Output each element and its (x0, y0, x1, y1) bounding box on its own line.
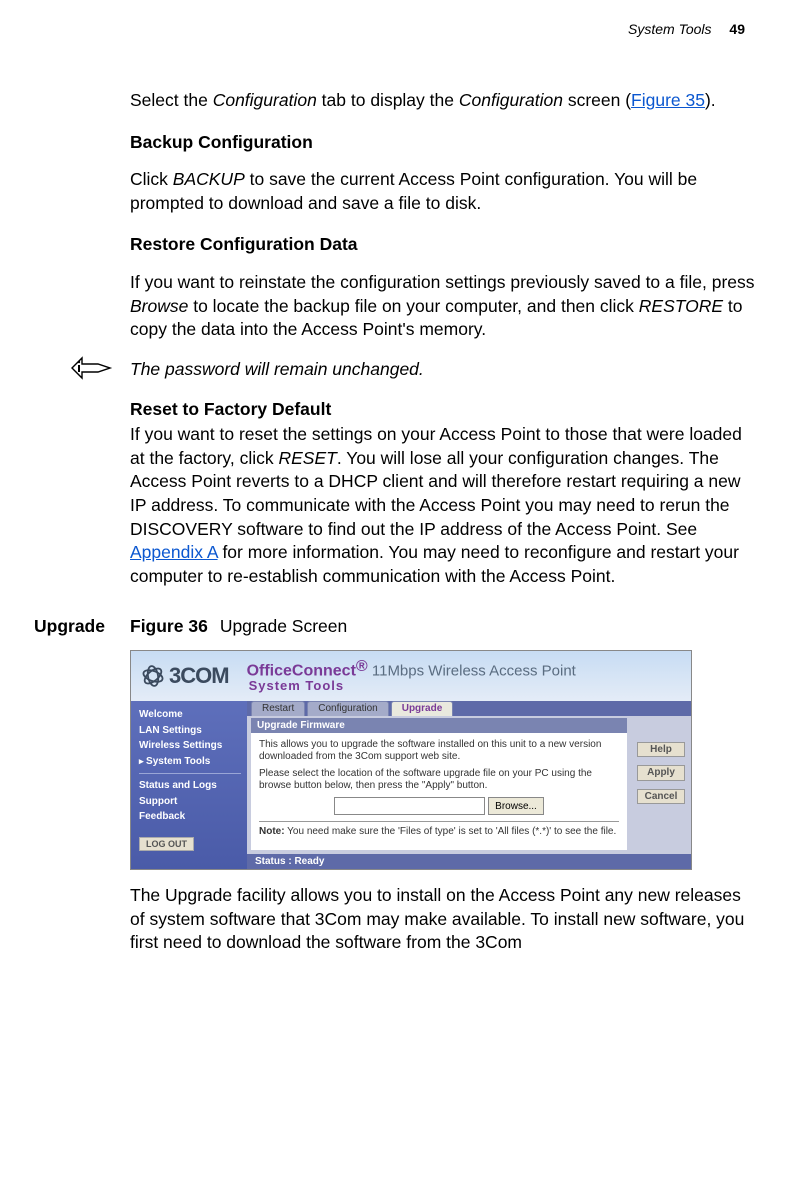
logout-button[interactable]: LOG OUT (139, 837, 194, 851)
side-heading-upgrade: Upgrade (34, 615, 105, 639)
upgrade-panel: This allows you to upgrade the software … (251, 733, 627, 850)
browse-button[interactable]: Browse... (488, 797, 544, 815)
3com-logo: 3COM (141, 663, 229, 688)
info-note-text: The password will remain unchanged. (130, 359, 424, 379)
panel-text-2: Please select the location of the softwa… (259, 768, 619, 791)
intro-paragraph: Select the Configuration tab to display … (130, 89, 755, 113)
panel-title: Upgrade Firmware (251, 718, 627, 734)
product-title: OfficeConnect® 11Mbps Wireless Access Po… (247, 658, 576, 694)
tab-bar: Restart Configuration Upgrade (247, 701, 691, 716)
heading-backup-configuration: Backup Configuration (130, 131, 755, 155)
tab-restart[interactable]: Restart (251, 701, 305, 716)
restore-paragraph: If you want to reinstate the configurati… (130, 271, 755, 342)
figure-35-link[interactable]: Figure 35 (631, 90, 705, 110)
sidebar-item-welcome[interactable]: Welcome (139, 707, 247, 723)
action-buttons: Help Apply Cancel (631, 716, 691, 854)
upgrade-file-input[interactable] (334, 797, 485, 815)
page-number: 49 (729, 21, 745, 37)
section-name: System Tools (628, 21, 712, 37)
heading-reset-factory: Reset to Factory Default (130, 398, 755, 422)
panel-text-1: This allows you to upgrade the software … (259, 739, 619, 762)
final-paragraph: The Upgrade facility allows you to insta… (130, 884, 755, 955)
info-note: The password will remain unchanged. (130, 358, 755, 382)
upgrade-screenshot: 3COM OfficeConnect® 11Mbps Wireless Acce… (130, 650, 692, 870)
reset-paragraph: If you want to reset the settings on you… (130, 423, 755, 588)
figure-caption: Figure 36Upgrade Screen (130, 615, 755, 639)
sidebar-item-wireless-settings[interactable]: Wireless Settings (139, 738, 247, 754)
sidebar-item-status-logs[interactable]: Status and Logs (139, 778, 247, 794)
sidebar-item-support[interactable]: Support (139, 794, 247, 810)
info-icon (70, 354, 114, 382)
tab-configuration[interactable]: Configuration (307, 701, 388, 716)
status-bar: Status : Ready (247, 854, 691, 870)
sidebar-divider (139, 773, 241, 774)
backup-paragraph: Click BACKUP to save the current Access … (130, 168, 755, 215)
apply-button[interactable]: Apply (637, 765, 685, 781)
product-banner: 3COM OfficeConnect® 11Mbps Wireless Acce… (131, 651, 691, 701)
sidebar-item-feedback[interactable]: Feedback (139, 809, 247, 825)
panel-note: Note: You need make sure the 'Files of t… (259, 826, 619, 838)
sidebar-item-lan-settings[interactable]: LAN Settings (139, 723, 247, 739)
nav-sidebar: Welcome LAN Settings Wireless Settings S… (131, 701, 247, 869)
sidebar-item-system-tools[interactable]: System Tools (139, 754, 247, 770)
heading-restore-configuration: Restore Configuration Data (130, 233, 755, 257)
panel-divider (259, 821, 619, 822)
help-button[interactable]: Help (637, 742, 685, 758)
cancel-button[interactable]: Cancel (637, 789, 685, 805)
tab-upgrade[interactable]: Upgrade (391, 701, 454, 716)
running-header: System Tools 49 (20, 20, 775, 39)
appendix-a-link[interactable]: Appendix A (130, 542, 218, 562)
